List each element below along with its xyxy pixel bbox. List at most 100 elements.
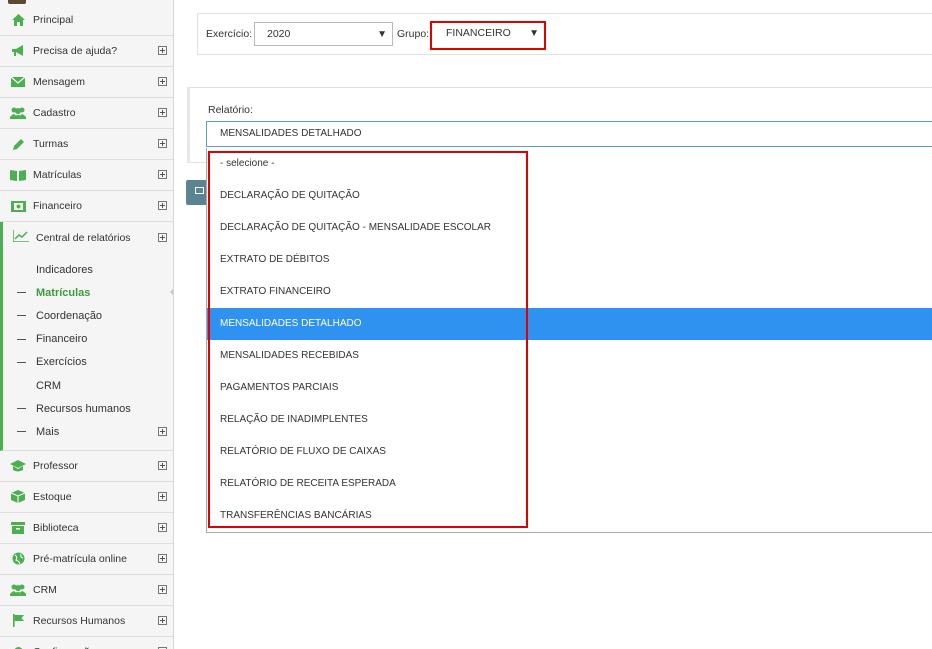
pencil-icon	[10, 137, 26, 151]
exercicio-value: 2020	[267, 28, 291, 40]
submenu-item-indicadores[interactable]: Indicadores	[3, 258, 173, 281]
submenu-item-label: Indicadores	[36, 263, 93, 276]
submenu-item-label: CRM	[36, 379, 62, 392]
printer-icon	[195, 187, 204, 194]
dash-marker	[17, 431, 26, 433]
relatorio-dropdown-list: - selecione - DECLARAÇÃO DE QUITAÇÃO DECLA…	[206, 148, 932, 533]
sidebar-item-crm[interactable]: CRM	[0, 575, 173, 606]
reports-submenu: Indicadores Matrículas Coordenação Financei…	[3, 253, 173, 450]
relatorio-selected-value: MENSALIDADES DETALHADO	[220, 128, 362, 139]
line-chart-icon	[12, 230, 29, 245]
dash-marker	[17, 408, 26, 410]
sidebar-item-matriculas[interactable]: Matrículas	[0, 160, 173, 191]
filter-panel: Exercício: 2020 ▼ Grupo: FINANCEIRO ▼	[197, 13, 932, 55]
report-option-mensalidades-detalhado[interactable]: MENSALIDADES DETALHADO	[207, 308, 932, 340]
report-option-selecione[interactable]: - selecione -	[207, 148, 932, 180]
logo	[8, 0, 26, 4]
box-icon	[10, 490, 26, 504]
sidebar-item-turmas[interactable]: Turmas	[0, 129, 173, 160]
active-caret-icon	[170, 287, 173, 298]
expand-plus-icon[interactable]	[158, 77, 167, 86]
expand-plus-icon[interactable]	[158, 553, 167, 563]
sidebar-item-label: Financeiro	[33, 200, 83, 212]
sidebar-item-label: Cadastro	[33, 107, 76, 119]
exercicio-select[interactable]: 2020 ▼	[254, 22, 393, 46]
sidebar-item-label: Central de relatórios	[36, 231, 131, 244]
sidebar-item-estoque[interactable]: Estoque	[0, 482, 173, 513]
submenu-item-financeiro[interactable]: Financeiro	[3, 328, 173, 351]
expand-plus-icon[interactable]	[158, 201, 167, 210]
sidebar-item-configuracoes[interactable]: Configurações	[0, 637, 173, 649]
sidebar-item-central-de-relatorios: Central de relatórios Indicadores Matrícul…	[0, 222, 173, 451]
flag-icon	[10, 614, 26, 628]
submenu-item-coordenacao[interactable]: Coordenação	[3, 304, 173, 327]
chevron-down-icon: ▼	[377, 29, 387, 40]
sidebar-item-label: Configurações	[33, 646, 101, 649]
report-option-transferencias-bancarias[interactable]: TRANSFERÊNCIAS BANCÁRIAS	[207, 500, 932, 532]
report-option-extrato-de-debitos[interactable]: EXTRATO DE DÉBITOS	[207, 244, 932, 276]
submenu-item-label: Recursos humanos	[36, 402, 131, 415]
report-option-pagamentos-parciais[interactable]: PAGAMENTOS PARCIAIS	[207, 372, 932, 404]
report-action-button[interactable]	[186, 180, 208, 205]
sidebar-menu: Principal Precisa de ajuda? Mensagem Cadast…	[0, 5, 173, 649]
gear-icon	[10, 645, 26, 649]
expand-plus-icon[interactable]	[158, 426, 167, 436]
report-option-declaracao-de-quitacao-mensalidade-escolar[interactable]: DECLARAÇÃO DE QUITAÇÃO - MENSALIDADE ESC…	[207, 212, 932, 244]
relatorio-label: Relatório:	[208, 104, 253, 116]
submenu-item-recursos-humanos[interactable]: Recursos humanos	[3, 397, 173, 420]
sidebar-item-label: Principal	[33, 14, 74, 26]
sidebar-item-label: Matrículas	[33, 169, 82, 181]
sidebar-item-label: Precisa de ajuda?	[33, 45, 118, 57]
report-option-extrato-financeiro[interactable]: EXTRATO FINANCEIRO	[207, 276, 932, 308]
sidebar-item-biblioteca[interactable]: Biblioteca	[0, 513, 173, 544]
expand-plus-icon[interactable]	[158, 615, 167, 625]
report-option-declaracao-de-quitacao[interactable]: DECLARAÇÃO DE QUITAÇÃO	[207, 180, 932, 212]
sidebar-item-pre-matricula-online[interactable]: Pré-matrícula online	[0, 544, 173, 575]
dash-marker	[17, 361, 26, 363]
report-option-relatorio-de-receita-esperada[interactable]: RELATÓRIO DE RECEITA ESPERADA	[207, 468, 932, 500]
expand-plus-icon[interactable]	[158, 584, 167, 594]
sidebar-item-label: Estoque	[33, 490, 72, 503]
expand-plus-icon[interactable]	[158, 460, 167, 470]
dash-marker	[17, 338, 26, 340]
users-icon	[10, 106, 26, 120]
expand-plus-icon[interactable]	[158, 491, 167, 501]
expand-plus-icon[interactable]	[158, 46, 167, 55]
sidebar-item-recursos-humanos[interactable]: Recursos Humanos	[0, 606, 173, 637]
submenu-item-exercicios[interactable]: Exercícios	[3, 351, 173, 374]
submenu-item-label: Mais	[36, 425, 60, 438]
expand-plus-icon[interactable]	[158, 139, 167, 148]
grupo-label: Grupo:	[397, 28, 430, 40]
expand-plus-icon[interactable]	[158, 108, 167, 117]
expand-plus-icon[interactable]	[158, 522, 167, 532]
sidebar-item-mensagem[interactable]: Mensagem	[0, 67, 173, 98]
grupo-highlight	[430, 21, 546, 50]
report-option-relatorio-de-fluxo-de-caixas[interactable]: RELATÓRIO DE FLUXO DE CAIXAS	[207, 436, 932, 468]
sidebar-item-financeiro[interactable]: Financeiro	[0, 191, 173, 222]
envelope-icon	[10, 75, 26, 89]
collapse-minus-icon[interactable]	[158, 232, 167, 242]
sidebar-item-cadastro[interactable]: Cadastro	[0, 98, 173, 129]
submenu-item-label: Exercícios	[36, 356, 87, 369]
sidebar-item-label: Biblioteca	[33, 521, 79, 534]
sidebar-item-label: Professor	[33, 459, 78, 472]
report-option-mensalidades-recebidas[interactable]: MENSALIDADES RECEBIDAS	[207, 340, 932, 372]
submenu-item-matriculas[interactable]: Matrículas	[3, 281, 173, 304]
report-option-relacao-de-inadimplentes[interactable]: RELAÇÃO DE INADIMPLENTES	[207, 404, 932, 436]
relatorio-select[interactable]: MENSALIDADES DETALHADO	[206, 121, 932, 147]
submenu-item-crm[interactable]: CRM	[3, 374, 173, 397]
sidebar-item-precisa-de-ajuda[interactable]: Precisa de ajuda?	[0, 36, 173, 67]
sidebar-item-principal[interactable]: Principal	[0, 5, 173, 36]
submenu-item-label: Matrículas	[36, 286, 91, 299]
sidebar-item-label: Pré-matrícula online	[33, 552, 127, 565]
expand-plus-icon[interactable]	[158, 170, 167, 179]
submenu-item-mais[interactable]: Mais	[3, 420, 173, 443]
sidebar-item-label: Mensagem	[33, 76, 85, 88]
dash-marker	[17, 292, 26, 294]
sidebar-item-central-de-relatorios-header[interactable]: Central de relatórios	[3, 222, 173, 253]
sidebar-item-professor[interactable]: Professor	[0, 451, 173, 482]
archive-icon	[10, 521, 26, 535]
money-icon	[10, 199, 26, 213]
dash-marker	[17, 315, 26, 317]
sidebar-item-label: Turmas	[33, 138, 69, 150]
